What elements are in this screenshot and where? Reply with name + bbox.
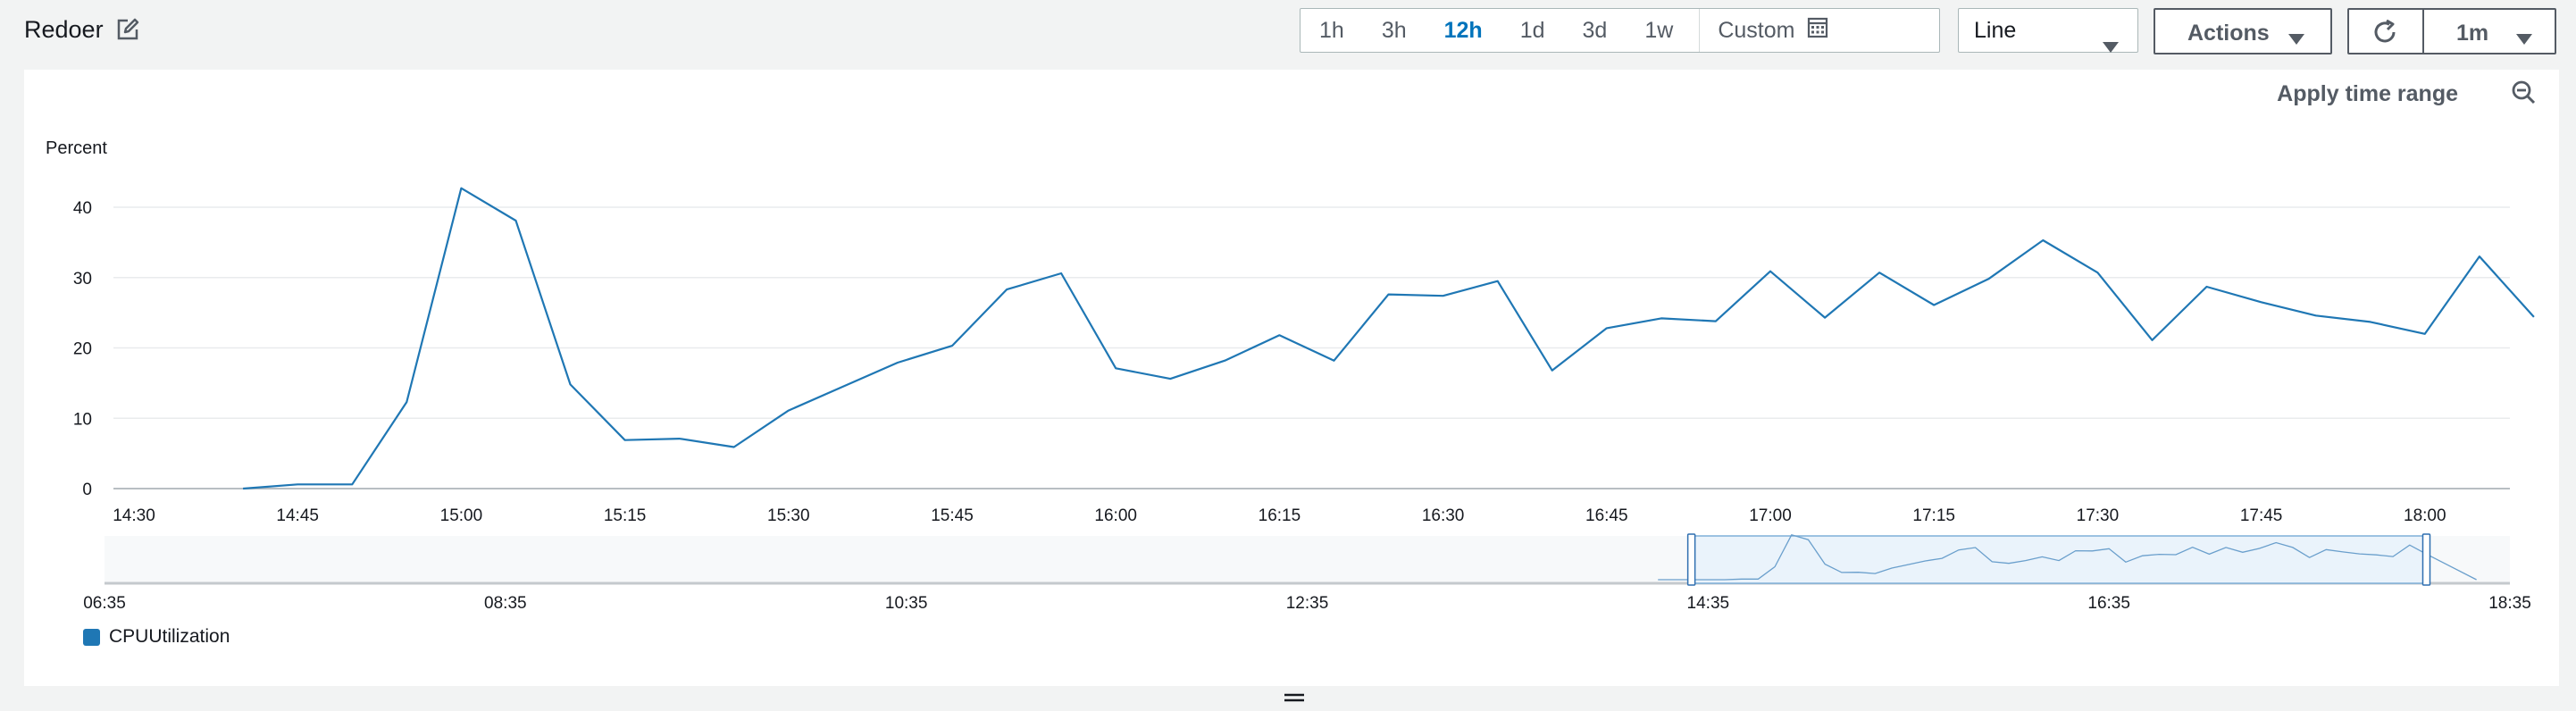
- toolbar: Redoer 1h 3h 12h 1d 3d 1w Custom Line Ac…: [0, 0, 2576, 64]
- dashboard-title: Redoer: [24, 16, 104, 43]
- x-tick-label: 14:45: [276, 506, 319, 525]
- range-12h[interactable]: 12h: [1426, 9, 1501, 52]
- x-tick-label: 17:00: [1749, 506, 1792, 525]
- x-tick-label: 15:30: [767, 506, 810, 525]
- range-3h[interactable]: 3h: [1363, 9, 1426, 52]
- calendar-icon: [1807, 17, 1828, 45]
- caret-down-icon: [2515, 26, 2533, 52]
- series-lines: [243, 187, 2535, 490]
- overview-tick-label: 16:35: [2087, 594, 2130, 613]
- metric-panel: Apply time range Percent 0 10 20 30 40 14:30…: [24, 70, 2559, 686]
- legend-item[interactable]: CPUUtilization: [83, 626, 230, 648]
- legend-swatch: [83, 628, 100, 646]
- y-tick-label: 10: [73, 410, 92, 429]
- time-range-selector: 1h 3h 12h 1d 3d 1w Custom: [1300, 8, 1940, 53]
- custom-range-label: Custom: [1718, 17, 1795, 43]
- overview-tick-label: 12:35: [1286, 594, 1329, 613]
- custom-range-button[interactable]: Custom: [1700, 17, 1828, 45]
- legend-label: CPUUtilization: [109, 626, 230, 647]
- x-tick-label: 16:15: [1259, 506, 1301, 525]
- x-axis-ticks: 14:30 14:45 15:00 15:15 15:30 15:45 16:00 16:15…: [113, 506, 2446, 525]
- caret-down-icon: [2287, 26, 2305, 52]
- chart-type-select[interactable]: Line: [1958, 8, 2138, 53]
- overview-tick-label: 10:35: [885, 594, 928, 613]
- chart-type-value: Line: [1974, 18, 2017, 43]
- cpu-utilization-chart[interactable]: Percent 0 10 20 30 40 14:30 14:45 15:00 15:15 15…: [24, 70, 2559, 686]
- overview-tick-label: 14:35: [1687, 594, 1730, 613]
- x-tick-label: 15:45: [931, 506, 974, 525]
- x-tick-label: 16:45: [1585, 506, 1628, 525]
- overview-handle-left[interactable]: [1686, 533, 1696, 586]
- x-tick-label: 16:30: [1422, 506, 1465, 525]
- refresh-interval-select[interactable]: 1m: [2422, 8, 2556, 54]
- refresh-interval-value: 1m: [2456, 21, 2489, 46]
- x-tick-label: 15:00: [440, 506, 483, 525]
- y-axis-ticks: 0 10 20 30 40: [73, 199, 92, 499]
- edit-icon[interactable]: [116, 18, 141, 43]
- x-tick-label: 15:15: [604, 506, 647, 525]
- refresh-group: 1m: [2347, 8, 2556, 54]
- y-tick-label: 30: [73, 270, 92, 289]
- refresh-button[interactable]: [2347, 8, 2424, 54]
- overview-selection: [1690, 535, 2428, 584]
- x-tick-label: 14:30: [113, 506, 155, 525]
- range-1d[interactable]: 1d: [1501, 9, 1564, 52]
- overview-tick-label: 18:35: [2488, 594, 2531, 613]
- x-tick-label: 16:00: [1094, 506, 1137, 525]
- series-line: [243, 187, 2535, 490]
- y-axis-label: Percent: [46, 138, 107, 158]
- x-tick-label: 17:45: [2240, 506, 2283, 525]
- y-tick-label: 0: [82, 481, 92, 499]
- chart-gridlines: [113, 206, 2510, 489]
- overview-handle-right[interactable]: [2421, 533, 2431, 586]
- x-tick-label: 17:15: [1912, 506, 1955, 525]
- caret-down-icon: [2102, 25, 2120, 68]
- y-tick-label: 20: [73, 340, 92, 359]
- time-overview-navigator: 06:35 08:35 10:35 12:35 14:35 16:35 18:35: [83, 533, 2531, 613]
- x-tick-label: 18:00: [2404, 506, 2446, 525]
- refresh-icon: [2372, 19, 2399, 49]
- x-tick-label: 17:30: [2077, 506, 2120, 525]
- range-1h[interactable]: 1h: [1301, 9, 1363, 52]
- y-tick-label: 40: [73, 199, 92, 218]
- overview-tick-label: 08:35: [484, 594, 527, 613]
- range-3d[interactable]: 3d: [1564, 9, 1627, 52]
- panel-resize-handle[interactable]: [1284, 691, 1304, 704]
- range-1w[interactable]: 1w: [1626, 9, 1692, 52]
- actions-label: Actions: [2187, 21, 2270, 46]
- actions-button[interactable]: Actions: [2154, 8, 2332, 54]
- overview-tick-label: 06:35: [83, 594, 126, 613]
